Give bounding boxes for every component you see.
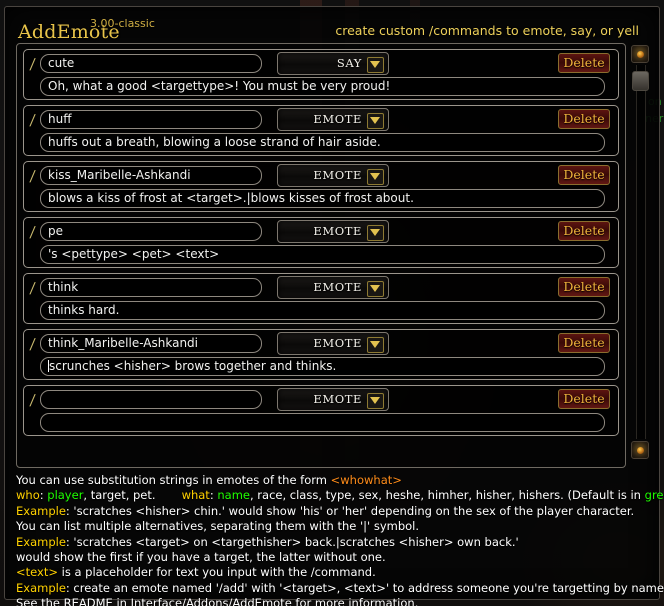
scrollbar[interactable] bbox=[630, 43, 652, 468]
chevron-down-icon[interactable] bbox=[367, 57, 384, 73]
channel-dropdown-label: EMOTE bbox=[313, 168, 362, 182]
scroll-down-arrow-icon[interactable] bbox=[631, 441, 649, 459]
help-keyword: what bbox=[181, 488, 210, 503]
slash-prefix: / bbox=[29, 391, 37, 409]
help-text-segment: : 'scratches <target> on <targethisher> … bbox=[65, 534, 519, 549]
chevron-down-icon[interactable] bbox=[367, 113, 384, 129]
help-text-segment: , target, pet. bbox=[83, 488, 156, 503]
emote-row: / kiss_Maribelle-Ashkandi EMOTE Delete b… bbox=[23, 161, 619, 212]
scrollbar-thumb[interactable] bbox=[632, 71, 649, 91]
emote-text-input[interactable]: scrunches <hisher> brows together and th… bbox=[40, 357, 605, 376]
chevron-down-icon[interactable] bbox=[367, 225, 384, 241]
emote-text-value: scrunches <hisher> brows together and th… bbox=[49, 359, 337, 373]
help-keyword: <text> bbox=[16, 565, 58, 580]
channel-dropdown-label: EMOTE bbox=[313, 336, 362, 350]
delete-button[interactable]: Delete bbox=[558, 53, 610, 73]
channel-dropdown[interactable]: EMOTE bbox=[277, 164, 389, 187]
channel-dropdown-label: SAY bbox=[336, 56, 362, 70]
emote-row: / think_Maribelle-Ashkandi EMOTE Delete … bbox=[23, 329, 619, 380]
slash-prefix: / bbox=[29, 111, 37, 129]
help-text-segment: You can use substitution strings in emot… bbox=[16, 473, 331, 487]
help-keyword: Example bbox=[16, 534, 66, 549]
help-line: who: player, target, pet. what: name, rac… bbox=[16, 488, 664, 503]
help-text-segment: : create an emote named '/add' with '<ta… bbox=[65, 580, 664, 595]
help-line: Example: 'scratches <hisher> chin.' woul… bbox=[16, 504, 652, 519]
version-label: 3.00-classic bbox=[90, 17, 155, 30]
help-line: You can list multiple alternatives, sepa… bbox=[16, 519, 420, 534]
emote-text-input[interactable]: blows a kiss of frost at <target>.|blows… bbox=[40, 189, 605, 208]
slash-prefix: / bbox=[29, 335, 37, 353]
scroll-up-arrow-icon[interactable] bbox=[631, 45, 649, 63]
chevron-down-icon[interactable] bbox=[367, 337, 384, 353]
delete-button[interactable]: Delete bbox=[558, 389, 610, 409]
emote-text-input[interactable]: thinks hard. bbox=[40, 301, 605, 320]
help-text-segment: , race, class, type, sex, heshe, himher,… bbox=[249, 488, 645, 503]
delete-button[interactable]: Delete bbox=[558, 333, 610, 353]
emote-row: / pe EMOTE Delete 's <pettype> <pet> <te… bbox=[23, 217, 619, 268]
help-text-segment: : 'scratches <hisher> chin.' would show … bbox=[65, 503, 635, 518]
panel-header: AddEmote 3.00-classic create custom /com… bbox=[5, 7, 659, 43]
channel-dropdown-label: EMOTE bbox=[313, 280, 362, 294]
slash-prefix: / bbox=[29, 167, 37, 185]
emote-list: / cute SAY Delete Oh, what a good <targe… bbox=[16, 43, 626, 468]
channel-dropdown[interactable]: EMOTE bbox=[277, 108, 389, 131]
header-tagline: create custom /commands to emote, say, o… bbox=[335, 23, 639, 38]
chevron-down-icon[interactable] bbox=[367, 393, 384, 409]
help-keyword: Example bbox=[16, 503, 66, 518]
help-line: Example: 'scratches <target> on <targeth… bbox=[16, 535, 652, 550]
help-keyword: player bbox=[47, 488, 84, 503]
emote-text-input[interactable]: Oh, what a good <targettype>! You must b… bbox=[40, 77, 605, 96]
addemote-panel: AddEmote 3.00-classic create custom /com… bbox=[4, 6, 664, 606]
channel-dropdown[interactable]: SAY bbox=[277, 52, 389, 75]
emote-row: / huff EMOTE Delete huffs out a breath, … bbox=[23, 105, 619, 156]
emote-text-input[interactable]: huffs out a breath, blowing a loose stra… bbox=[40, 133, 605, 152]
help-text: You can use substitution strings in emot… bbox=[16, 473, 664, 606]
channel-dropdown[interactable]: EMOTE bbox=[277, 220, 389, 243]
command-input[interactable]: kiss_Maribelle-Ashkandi bbox=[40, 166, 262, 185]
channel-dropdown-label: EMOTE bbox=[313, 224, 362, 238]
help-keyword: name bbox=[217, 488, 250, 503]
chevron-down-icon[interactable] bbox=[367, 281, 384, 297]
command-input[interactable]: cute bbox=[40, 54, 262, 73]
delete-button[interactable]: Delete bbox=[558, 277, 610, 297]
channel-dropdown[interactable]: EMOTE bbox=[277, 332, 389, 355]
emote-text-input[interactable]: 's <pettype> <pet> <text> bbox=[40, 245, 605, 264]
channel-dropdown-label: EMOTE bbox=[313, 112, 362, 126]
help-line: See the README in Interface/Addons/AddEm… bbox=[16, 596, 419, 606]
channel-dropdown[interactable]: EMOTE bbox=[277, 388, 389, 411]
help-keyword: <whowhat> bbox=[330, 473, 402, 487]
channel-dropdown-label: EMOTE bbox=[313, 392, 362, 406]
slash-prefix: / bbox=[29, 223, 37, 241]
scrollbar-track[interactable] bbox=[636, 65, 646, 439]
help-keyword: green bbox=[644, 488, 664, 503]
help-line: <text> is a placeholder for text you inp… bbox=[16, 565, 652, 580]
delete-button[interactable]: Delete bbox=[558, 221, 610, 241]
command-input[interactable] bbox=[40, 390, 262, 409]
screen: on ner AddEmote 3.00-classic create cust… bbox=[0, 0, 664, 606]
help-keyword: Example bbox=[16, 580, 66, 595]
command-input[interactable]: pe bbox=[40, 222, 262, 241]
slash-prefix: / bbox=[29, 55, 37, 73]
help-text-segment: is a placeholder for text you input with… bbox=[57, 565, 376, 580]
help-line: You can use substitution strings in emot… bbox=[16, 473, 652, 488]
channel-dropdown[interactable]: EMOTE bbox=[277, 276, 389, 299]
emote-row: / cute SAY Delete Oh, what a good <targe… bbox=[23, 49, 619, 100]
delete-button[interactable]: Delete bbox=[558, 109, 610, 129]
command-input[interactable]: think_Maribelle-Ashkandi bbox=[40, 334, 262, 353]
slash-prefix: / bbox=[29, 279, 37, 297]
delete-button[interactable]: Delete bbox=[558, 165, 610, 185]
help-keyword: who bbox=[16, 488, 40, 503]
chevron-down-icon[interactable] bbox=[367, 169, 384, 185]
command-input[interactable]: think bbox=[40, 278, 262, 297]
help-line: Example: create an emote named '/add' wi… bbox=[16, 580, 664, 596]
help-line: would show the first if you have a targe… bbox=[16, 550, 386, 565]
emote-text-input[interactable] bbox=[40, 413, 605, 432]
emote-row: / think EMOTE Delete thinks hard. bbox=[23, 273, 619, 324]
command-input[interactable]: huff bbox=[40, 110, 262, 129]
emote-row-new: / EMOTE Delete bbox=[23, 385, 619, 436]
